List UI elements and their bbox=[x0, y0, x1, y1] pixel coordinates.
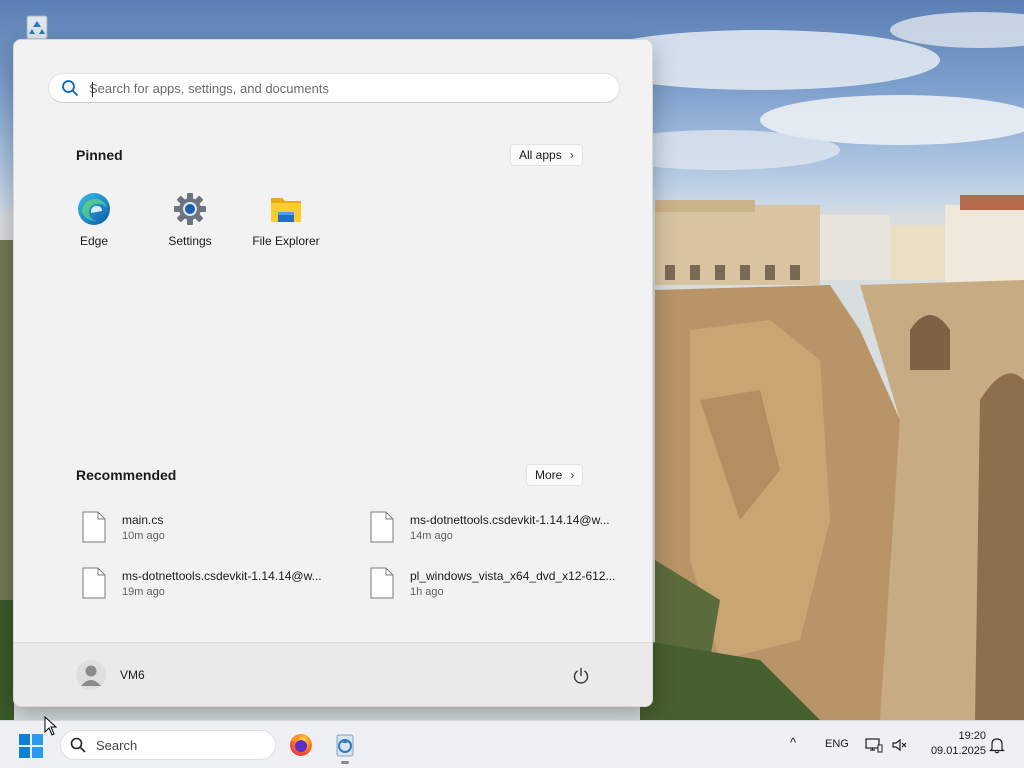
recommended-item[interactable]: ms-dotnettools.csdevkit-1.14.14@w... 14m… bbox=[370, 507, 630, 547]
edge-icon bbox=[78, 193, 110, 225]
pinned-app-label: File Explorer bbox=[252, 234, 320, 248]
search-icon bbox=[61, 79, 79, 97]
clock[interactable]: 19:20 09.01.2025 bbox=[916, 729, 986, 759]
recycle-tool-icon bbox=[336, 734, 354, 757]
recommended-title: Recommended bbox=[76, 467, 177, 483]
user-name: VM6 bbox=[120, 668, 145, 682]
folder-icon bbox=[271, 198, 301, 222]
recommended-item-name: pl_windows_vista_x64_dvd_x12-612... bbox=[410, 568, 616, 583]
pinned-app-label: Settings bbox=[168, 234, 212, 248]
power-button[interactable] bbox=[568, 663, 594, 689]
start-menu-footer: VM6 bbox=[14, 642, 652, 706]
taskbar-search-box[interactable]: Search bbox=[60, 730, 276, 760]
file-icon bbox=[82, 511, 106, 543]
chevron-right-icon: › bbox=[569, 148, 574, 162]
more-button[interactable]: More › bbox=[526, 464, 584, 486]
recommended-item[interactable]: pl_windows_vista_x64_dvd_x12-612... 1h a… bbox=[370, 563, 630, 603]
pinned-app-edge[interactable]: Edge bbox=[49, 190, 139, 260]
pinned-app-label: Edge bbox=[79, 234, 109, 248]
taskbar-app-tool[interactable] bbox=[331, 731, 359, 764]
language-indicator[interactable]: ENG bbox=[825, 738, 849, 750]
recommended-item-time: 10m ago bbox=[122, 529, 165, 542]
file-icon bbox=[82, 567, 106, 599]
clock-date: 09.01.2025 bbox=[930, 745, 986, 757]
recommended-item-name: ms-dotnettools.csdevkit-1.14.14@w... bbox=[410, 512, 610, 527]
recommended-item-name: main.cs bbox=[122, 512, 164, 527]
pinned-title: Pinned bbox=[76, 147, 123, 163]
settings-gear-icon bbox=[174, 193, 206, 225]
mouse-cursor-icon bbox=[44, 716, 58, 736]
user-account-button[interactable]: VM6 bbox=[76, 659, 145, 691]
recommended-item-time: 19m ago bbox=[122, 585, 165, 598]
network-icon[interactable] bbox=[864, 735, 884, 755]
start-search-input[interactable] bbox=[89, 80, 609, 96]
volume-muted-icon[interactable] bbox=[890, 735, 910, 755]
clock-time: 19:20 bbox=[958, 730, 986, 742]
tray-overflow-chevron-icon[interactable]: ^ bbox=[790, 735, 796, 750]
windows-start-icon[interactable] bbox=[18, 733, 44, 759]
start-menu: Pinned All apps › Edge bbox=[13, 39, 653, 707]
user-icon bbox=[81, 665, 101, 686]
taskbar-search-label: Search bbox=[96, 737, 138, 753]
pinned-app-settings[interactable]: Settings bbox=[145, 190, 235, 260]
file-icon bbox=[370, 567, 394, 599]
running-indicator bbox=[341, 761, 349, 764]
text-caret bbox=[92, 82, 93, 97]
recommended-item-time: 1h ago bbox=[410, 585, 444, 598]
more-label: More bbox=[535, 468, 563, 482]
recommended-item[interactable]: ms-dotnettools.csdevkit-1.14.14@w... 19m… bbox=[82, 563, 342, 603]
firefox-icon bbox=[290, 734, 312, 756]
recycle-bin-icon[interactable] bbox=[22, 12, 58, 42]
avatar bbox=[76, 660, 106, 690]
taskbar-app-firefox[interactable] bbox=[287, 731, 315, 759]
recommended-item-name: ms-dotnettools.csdevkit-1.14.14@w... bbox=[122, 568, 322, 583]
pinned-app-file-explorer[interactable]: File Explorer bbox=[241, 190, 331, 260]
search-icon bbox=[70, 737, 86, 753]
taskbar: Search ^ ENG 19:20 09.01.2025 bbox=[0, 720, 1024, 768]
notification-bell-icon[interactable] bbox=[987, 735, 1007, 755]
all-apps-button[interactable]: All apps › bbox=[510, 144, 583, 166]
all-apps-label: All apps bbox=[519, 148, 562, 162]
recommended-item[interactable]: main.cs 10m ago bbox=[82, 507, 342, 547]
start-search-box[interactable] bbox=[48, 73, 620, 103]
recommended-item-time: 14m ago bbox=[410, 529, 453, 542]
file-icon bbox=[370, 511, 394, 543]
power-icon bbox=[573, 667, 589, 684]
chevron-right-icon: › bbox=[570, 468, 575, 482]
